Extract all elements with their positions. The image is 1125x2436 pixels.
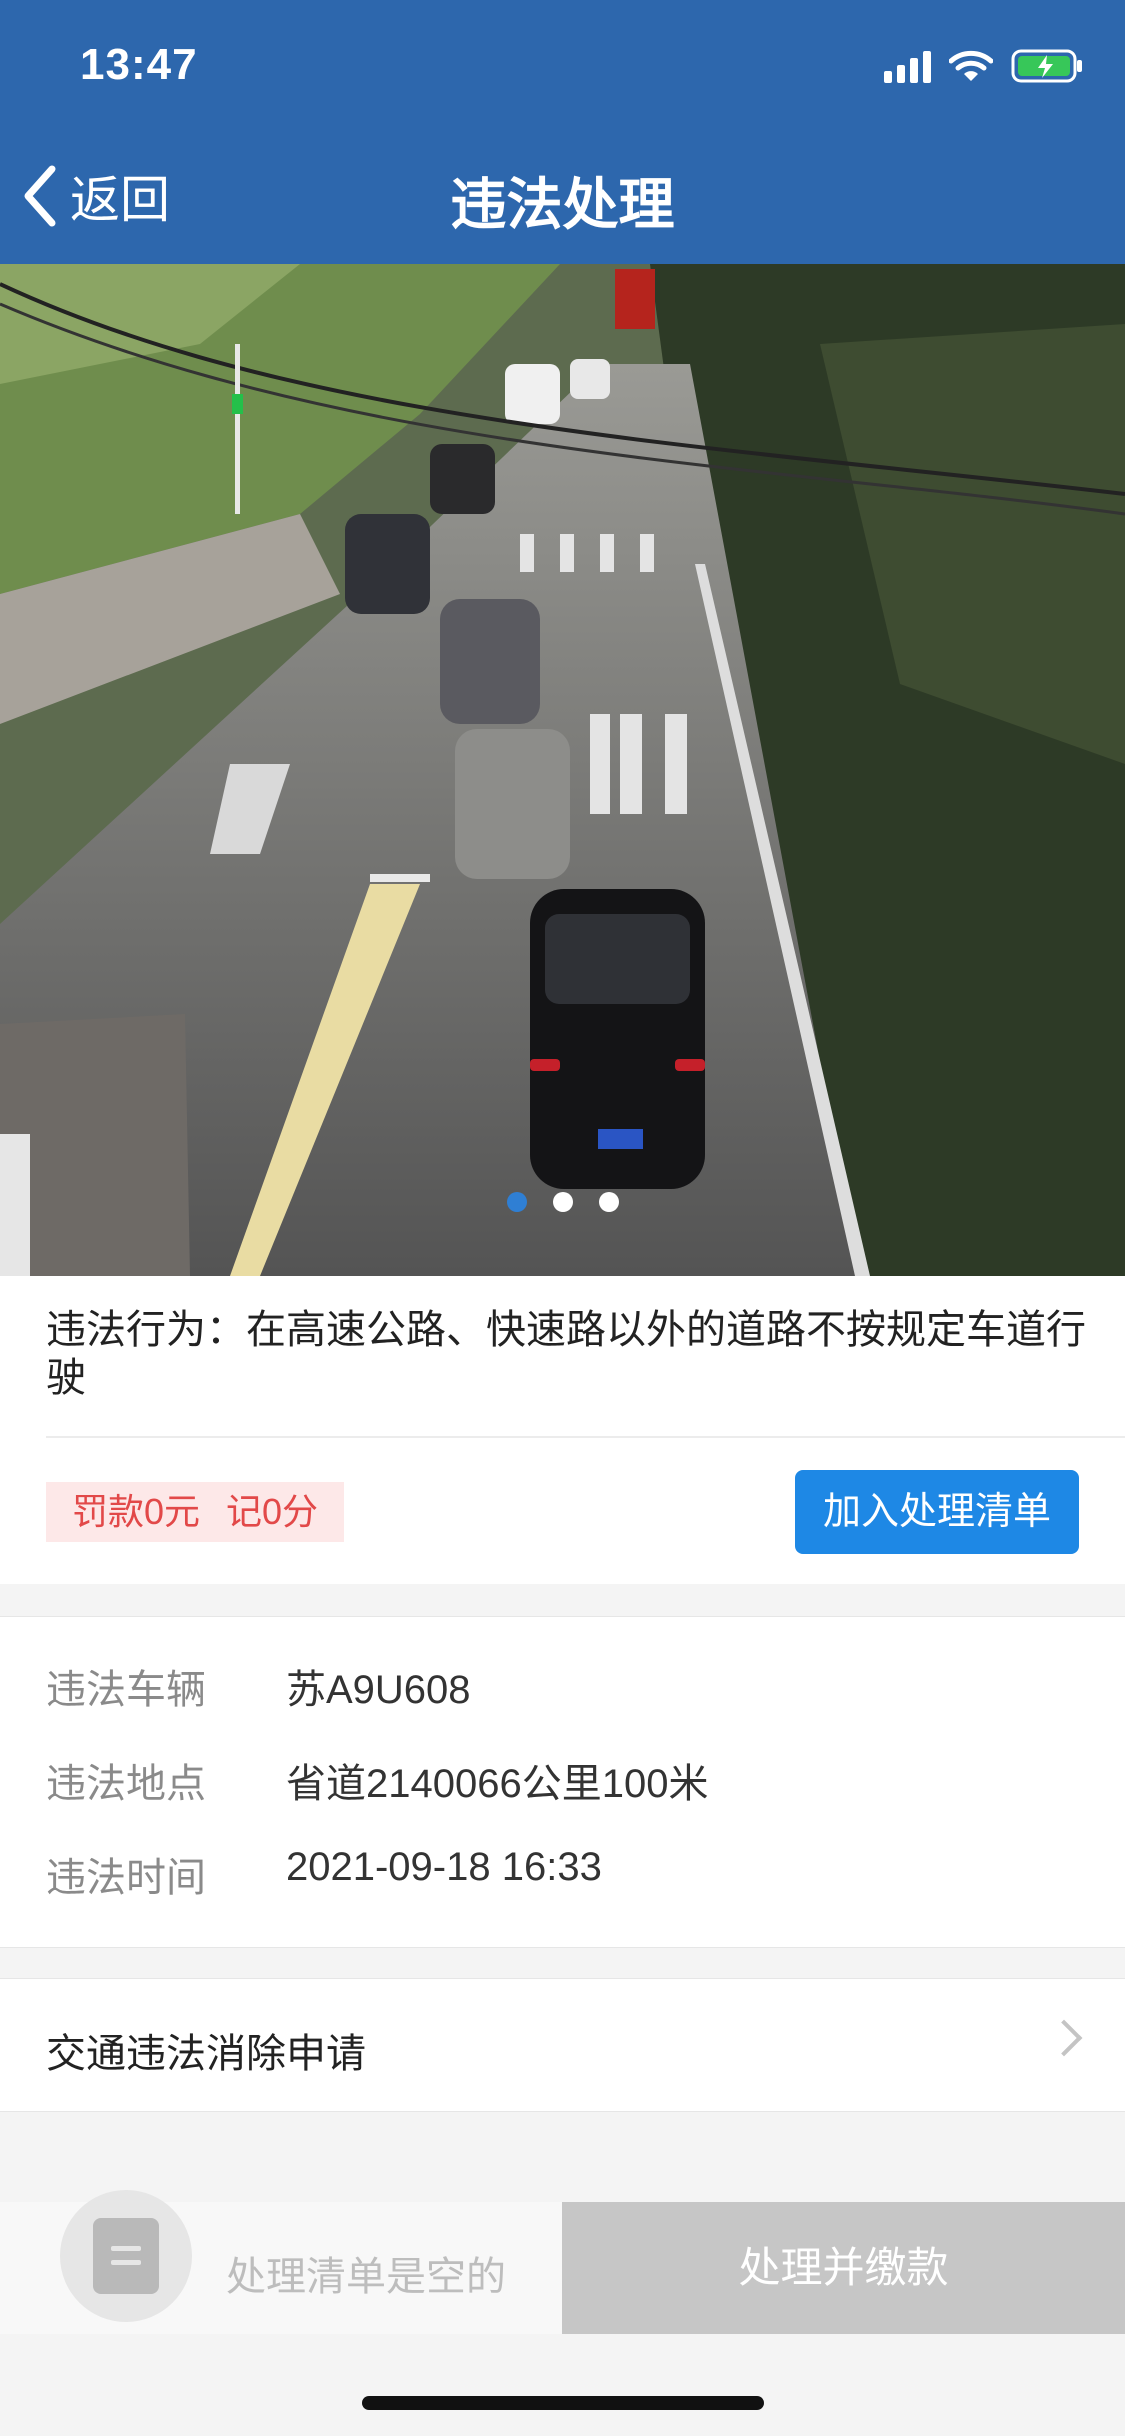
- detail-value: 省道2140066公里100米: [286, 1762, 709, 1806]
- penalty-points: 记0分: [226, 1491, 319, 1532]
- violation-photo: [0, 264, 1125, 1276]
- penalty-badge: 罚款0元 记0分: [46, 1482, 345, 1542]
- carousel-dot[interactable]: [552, 1192, 573, 1212]
- carousel-indicator: [0, 1192, 1125, 1212]
- processing-list-button[interactable]: [60, 2190, 192, 2322]
- detail-row-location: 违法地点 省道2140066公里100米: [46, 1751, 708, 1809]
- detail-label: 违法地点: [46, 1762, 206, 1806]
- battery-charging-icon: [1011, 49, 1082, 83]
- back-label: 返回: [70, 172, 170, 228]
- divider: [46, 1436, 1125, 1438]
- appeal-row[interactable]: 交通违法消除申请: [0, 1978, 1125, 2112]
- list-icon: [93, 2218, 159, 2294]
- appeal-label: 交通违法消除申请: [46, 2032, 366, 2076]
- detail-row-time: 违法时间 2021-09-18 16:33: [46, 1845, 602, 1903]
- violation-photo-carousel[interactable]: [0, 264, 1125, 1276]
- detail-label: 违法车辆: [46, 1668, 206, 1712]
- detail-value: 苏A9U608: [286, 1668, 471, 1712]
- status-time: 13:47: [80, 40, 198, 89]
- fine-amount: 罚款0元: [72, 1491, 201, 1532]
- violation-details-card: 违法车辆 苏A9U608 违法地点 省道2140066公里100米 违法时间 2…: [0, 1616, 1125, 1948]
- wifi-icon: [949, 50, 993, 81]
- violation-summary-card: 违法行为：在高速公路、快速路以外的道路不按规定车道行驶 罚款0元 记0分 加入处…: [0, 1276, 1125, 1584]
- detail-value: 2021-09-18 16:33: [286, 1845, 602, 1889]
- add-to-list-button[interactable]: 加入处理清单: [795, 1470, 1079, 1554]
- carousel-dot[interactable]: [598, 1192, 619, 1212]
- detail-label: 违法时间: [46, 1856, 206, 1900]
- violation-behavior: 违法行为：在高速公路、快速路以外的道路不按规定车道行驶: [46, 1308, 1086, 1400]
- cellular-signal-icon: [884, 49, 931, 83]
- back-button[interactable]: 返回: [22, 160, 170, 232]
- process-and-pay-button[interactable]: 处理并缴款: [562, 2202, 1125, 2334]
- empty-list-text: 处理清单是空的: [226, 2255, 506, 2299]
- home-indicator: [362, 2396, 764, 2410]
- status-icons: [884, 48, 1085, 84]
- carousel-dot-active[interactable]: [506, 1192, 527, 1212]
- chevron-right-icon: [1045, 2019, 1083, 2057]
- processing-list-bar: 处理清单是空的: [0, 2190, 562, 2334]
- chevron-left-icon: [24, 165, 56, 227]
- app-header: 13:47 返回 违法处理: [0, 0, 1125, 264]
- detail-row-vehicle: 违法车辆 苏A9U608: [46, 1657, 471, 1715]
